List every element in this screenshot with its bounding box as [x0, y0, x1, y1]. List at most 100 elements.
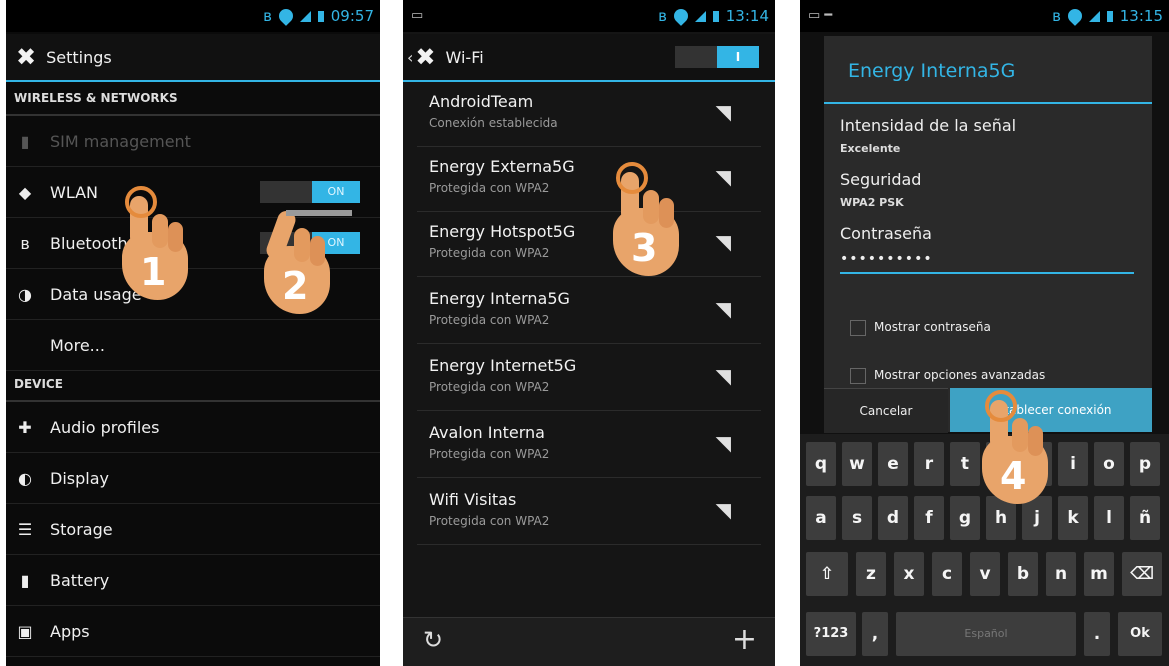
- key[interactable]: a: [806, 496, 836, 540]
- key[interactable]: l: [1094, 496, 1124, 540]
- wifi-network-row[interactable]: Energy Internet5G Protegida con WPA2 ◥: [417, 346, 761, 411]
- wifi-master-toggle[interactable]: I: [675, 46, 759, 68]
- password-label: Contraseña: [840, 224, 932, 243]
- storage-icon: ☰: [17, 519, 33, 539]
- key[interactable]: c: [932, 552, 962, 596]
- settings-screen: ʙ 09:57 ✖ Settings WIRELESS & NETWORKS ▮…: [6, 0, 380, 666]
- symbols-key[interactable]: ?123: [806, 612, 856, 656]
- back-chevron-icon[interactable]: ‹: [407, 48, 413, 67]
- settings-item-apps[interactable]: ▣ Apps: [6, 606, 380, 657]
- settings-item-battery[interactable]: ▮ Battery: [6, 555, 380, 606]
- battery-status-icon: [712, 10, 719, 22]
- key[interactable]: m: [1084, 552, 1114, 596]
- battery-status-icon: [1106, 10, 1113, 22]
- wifi-status-icon: [670, 6, 691, 26]
- show-advanced-checkbox[interactable]: [850, 368, 866, 384]
- password-value: ••••••••••: [840, 251, 933, 267]
- step-number: 1: [140, 250, 167, 294]
- settings-item-label: Apps: [50, 621, 90, 641]
- tap-hand-icon: 4: [964, 390, 1054, 506]
- wifi-status-icon: [275, 6, 296, 26]
- bottom-bar: ↻ +: [403, 617, 775, 666]
- signal-icon: [1088, 10, 1100, 22]
- key[interactable]: s: [842, 496, 872, 540]
- tap-hand-icon: 3: [595, 162, 685, 278]
- key[interactable]: k: [1058, 496, 1088, 540]
- status-bar: ʙ 09:57: [6, 0, 380, 32]
- signal-strength-value: Excelente: [840, 142, 901, 155]
- settings-item-audio[interactable]: ✚ Audio profiles: [6, 402, 380, 453]
- settings-item-display[interactable]: ◐ Display: [6, 453, 380, 504]
- settings-item-label: Audio profiles: [50, 417, 160, 437]
- show-password-checkbox[interactable]: [850, 320, 866, 336]
- settings-item-more[interactable]: More...: [6, 320, 380, 371]
- security-value: WPA2 PSK: [840, 196, 904, 209]
- sim-icon: ▮: [20, 131, 30, 151]
- wifi-status-icon: [1064, 6, 1085, 26]
- key[interactable]: p: [1130, 442, 1160, 486]
- wifi-network-row[interactable]: Energy Interna5G Protegida con WPA2 ◥: [417, 279, 761, 344]
- network-name: Energy Externa5G: [429, 157, 575, 176]
- add-network-icon[interactable]: +: [732, 622, 757, 657]
- period-key[interactable]: .: [1084, 612, 1110, 656]
- wifi-connect-dialog: Energy Interna5G Intensidad de la señal …: [824, 36, 1152, 433]
- key[interactable]: q: [806, 442, 836, 486]
- key[interactable]: d: [878, 496, 908, 540]
- wifi-network-row[interactable]: Avalon Interna Protegida con WPA2 ◥: [417, 413, 761, 478]
- wifi-network-row[interactable]: AndroidTeam Conexión establecida ◥: [417, 82, 761, 147]
- page-title: Settings: [46, 47, 112, 67]
- network-status: Protegida con WPA2: [429, 514, 550, 528]
- wifi-signal-icon: ◥: [715, 431, 731, 455]
- step-number: 4: [1000, 454, 1027, 498]
- wifi-network-row[interactable]: Wifi Visitas Protegida con WPA2 ◥: [417, 480, 761, 545]
- key[interactable]: n: [1046, 552, 1076, 596]
- bluetooth-status-icon: ʙ: [263, 7, 272, 25]
- ok-key[interactable]: Ok: [1118, 612, 1162, 656]
- key[interactable]: z: [856, 552, 886, 596]
- scan-refresh-icon[interactable]: ↻: [423, 626, 443, 654]
- key[interactable]: v: [970, 552, 1000, 596]
- shift-key[interactable]: ⇧: [806, 552, 848, 596]
- key[interactable]: o: [1094, 442, 1124, 486]
- network-status: Protegida con WPA2: [429, 181, 550, 195]
- key[interactable]: ñ: [1130, 496, 1160, 540]
- key[interactable]: x: [894, 552, 924, 596]
- wifi-network-row[interactable]: Energy Hotspot5G Protegida con WPA2 ◥: [417, 212, 761, 277]
- key[interactable]: b: [1008, 552, 1038, 596]
- key[interactable]: i: [1058, 442, 1088, 486]
- space-key[interactable]: Español: [896, 612, 1076, 656]
- key[interactable]: e: [878, 442, 908, 486]
- key[interactable]: f: [914, 496, 944, 540]
- action-bar: ✖ Settings: [6, 34, 380, 82]
- settings-item-label: Battery: [50, 570, 110, 590]
- settings-item-storage[interactable]: ☰ Storage: [6, 504, 380, 555]
- audio-icon: ✚: [18, 417, 32, 437]
- settings-item-label: WLAN: [50, 182, 99, 202]
- section-header-personal: PERSONAL: [6, 656, 380, 666]
- network-name: Avalon Interna: [429, 423, 545, 442]
- signal-icon: [694, 10, 706, 22]
- wifi-network-row[interactable]: Energy Externa5G Protegida con WPA2 ◥: [417, 147, 761, 212]
- settings-item-label: Display: [50, 468, 109, 488]
- settings-tools-icon[interactable]: ✖: [16, 43, 36, 71]
- status-time: 13:14: [725, 7, 769, 25]
- security-label: Seguridad: [840, 170, 922, 189]
- password-field[interactable]: ••••••••••: [840, 248, 1134, 274]
- settings-item-label: SIM management: [50, 131, 191, 151]
- wlan-toggle[interactable]: ON: [260, 181, 360, 203]
- cancel-button[interactable]: Cancelar: [824, 388, 948, 433]
- key[interactable]: r: [914, 442, 944, 486]
- network-status: Protegida con WPA2: [429, 313, 550, 327]
- settings-tools-icon[interactable]: ✖: [415, 43, 435, 71]
- comma-key[interactable]: ,: [862, 612, 888, 656]
- network-name: Wifi Visitas: [429, 490, 517, 509]
- data-usage-icon: ◑: [18, 284, 32, 304]
- network-status: Protegida con WPA2: [429, 246, 550, 260]
- wifi-connect-screen: ▭ ━ ʙ 13:15 Energy Interna5G Intensidad …: [800, 0, 1169, 666]
- battery-status-icon: [317, 10, 324, 22]
- key[interactable]: w: [842, 442, 872, 486]
- network-name: Energy Internet5G: [429, 356, 577, 375]
- network-name: AndroidTeam: [429, 92, 534, 111]
- settings-item-sim[interactable]: ▮ SIM management: [6, 116, 380, 167]
- backspace-key[interactable]: ⌫: [1122, 552, 1162, 596]
